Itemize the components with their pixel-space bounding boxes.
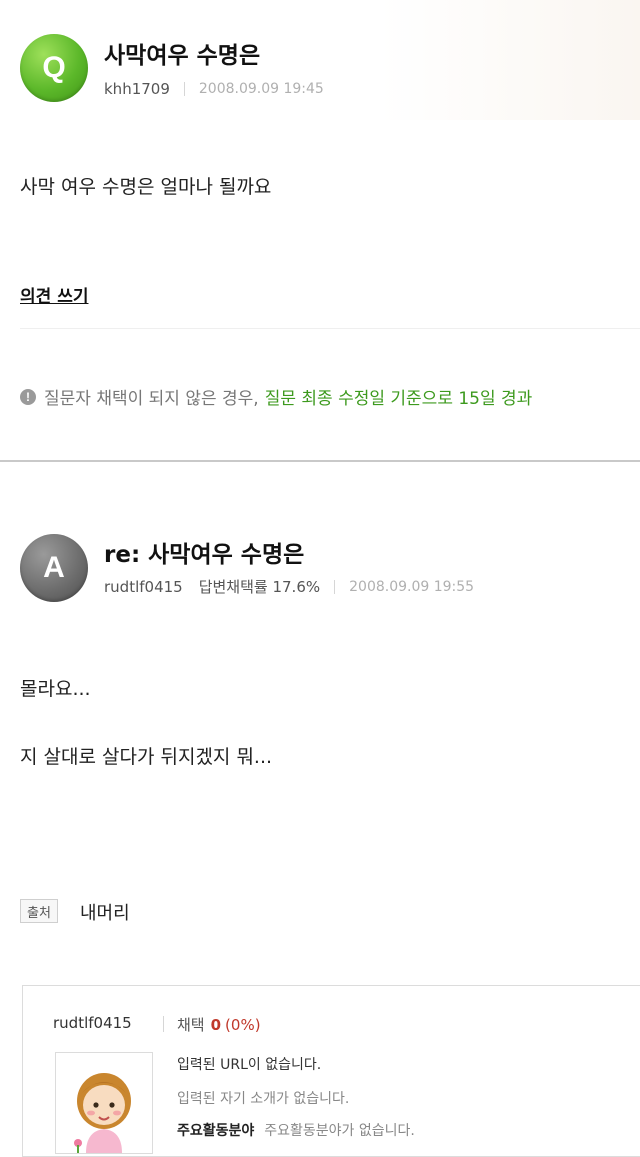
profile-adoption: 채택 0 (0%) <box>177 1014 261 1035</box>
profile-field-line: 주요활동분야 주요활동분야가 없습니다. <box>177 1120 415 1140</box>
answer-title: re: 사막여우 수명은 <box>104 542 305 568</box>
write-opinion-link[interactable]: 의견 쓰기 <box>20 282 88 307</box>
answerer-profile-card: rudtlf0415 채택 0 (0%) 입력된 URL이 없습니다. 입력된 자기… <box>22 985 640 1157</box>
question-title: 사막여우 수명은 <box>104 43 261 69</box>
source-tag: 출처 <box>20 899 58 923</box>
meta-separator <box>334 579 336 594</box>
answer-adoption-rate: 답변채택률 17.6% <box>198 578 321 596</box>
adopt-count: 0 <box>210 1016 222 1034</box>
profile-separator <box>163 1016 164 1032</box>
exclamation-icon: ! <box>20 388 36 405</box>
profile-name[interactable]: rudtlf0415 <box>53 1014 132 1032</box>
field-label: 주요활동분야 <box>177 1123 255 1139</box>
notice-green-text: 질문 최종 수정일 기준으로 15일 경과 <box>264 389 533 409</box>
profile-intro-line: 입력된 자기 소개가 없습니다. <box>177 1091 350 1107</box>
header-fade <box>380 0 640 120</box>
avatar <box>55 1052 153 1154</box>
girl-avatar-icon <box>56 1053 152 1153</box>
answer-body-line2: 지 살대로 살다가 뒤지겠지 뭐... <box>20 746 273 768</box>
adoption-notice: ! 질문자 채택이 되지 않은 경우, 질문 최종 수정일 기준으로 15일 경… <box>20 384 532 409</box>
meta-separator <box>183 82 185 96</box>
divider <box>20 328 640 329</box>
answer-badge-icon: A <box>20 534 88 602</box>
question-date: 2008.09.09 19:45 <box>198 81 324 97</box>
question-author[interactable]: khh1709 <box>104 80 170 98</box>
notice-gray-text: 질문자 채택이 되지 않은 경우, <box>44 389 259 409</box>
answer-body-line1: 몰라요... <box>20 678 91 700</box>
question-body: 사막 여우 수명은 얼마나 될까요 <box>20 176 272 198</box>
answer-meta: rudtlf0415 답변채택률 17.6% 2008.09.09 19:55 <box>104 576 474 597</box>
question-meta: khh1709 2008.09.09 19:45 <box>104 80 324 98</box>
adopt-percent: (0%) <box>225 1016 261 1034</box>
answer-date: 2008.09.09 19:55 <box>349 578 475 595</box>
answer-author[interactable]: rudtlf0415 <box>104 578 183 596</box>
profile-url-line: 입력된 URL이 없습니다. <box>177 1057 322 1073</box>
adopt-label: 채택 <box>177 1016 205 1034</box>
source-value: 내머리 <box>80 903 130 924</box>
question-badge-icon: Q <box>20 34 88 102</box>
field-value: 주요활동분야가 없습니다. <box>264 1123 415 1139</box>
